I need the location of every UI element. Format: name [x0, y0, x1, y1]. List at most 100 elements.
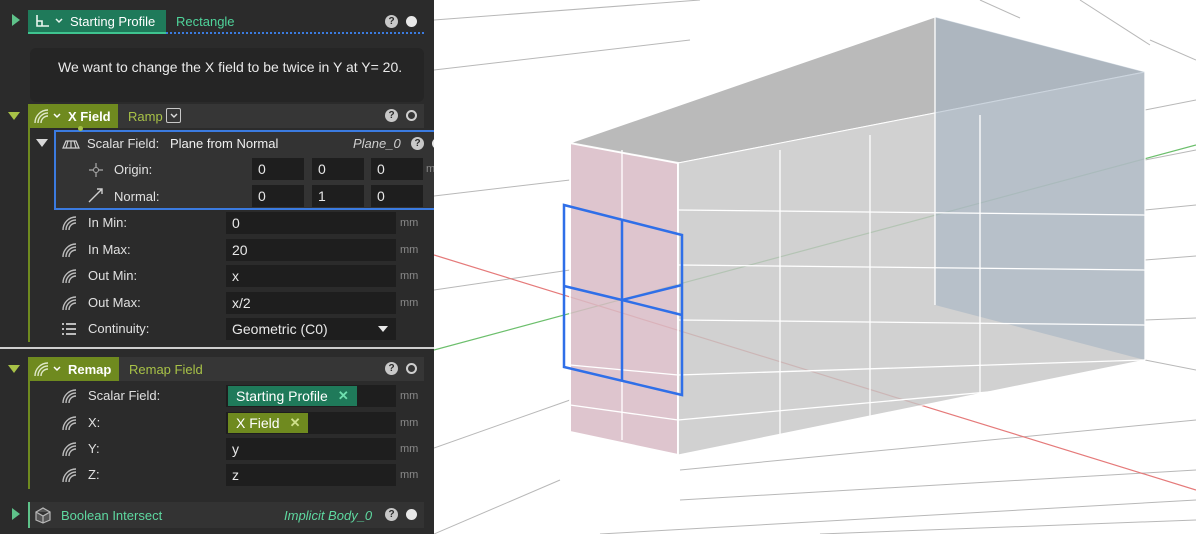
field-icon	[34, 362, 49, 377]
status-ring-icon[interactable]	[406, 110, 417, 121]
remap-header[interactable]: Remap	[28, 357, 119, 381]
normal-icon	[88, 188, 103, 203]
3d-viewport[interactable]	[434, 0, 1196, 534]
remap-scalar-field-label: Scalar Field:	[88, 388, 161, 403]
chevron-down-icon[interactable]	[54, 16, 64, 26]
collapse-remap-icon[interactable]	[8, 365, 20, 373]
scalar-field-name[interactable]: Plane_0	[353, 135, 401, 153]
remove-chip-icon[interactable]: ✕	[338, 386, 349, 406]
remap-z-unit: mm	[400, 469, 419, 481]
chevron-down-icon	[170, 113, 178, 118]
origin-icon	[89, 163, 103, 177]
x-field-group-border	[28, 128, 30, 342]
remap-title: Remap	[68, 361, 112, 377]
remap-type-bar: Remap Field	[119, 357, 424, 381]
help-icon[interactable]: ?	[385, 508, 398, 521]
starting-profile-title: Starting Profile	[70, 13, 156, 29]
field-icon	[62, 416, 77, 431]
normal-x-input[interactable]: 0	[252, 185, 304, 207]
list-icon	[62, 323, 76, 335]
normal-label: Normal:	[114, 189, 160, 204]
comment-box[interactable]: We want to change the X field to be twic…	[30, 48, 424, 102]
field-icon	[34, 109, 49, 124]
collapse-x-field-icon[interactable]	[8, 112, 20, 120]
boolean-name[interactable]: Implicit Body_0	[284, 508, 372, 523]
field-icon	[62, 389, 77, 404]
properties-panel: Starting Profile Rectangle ? We want to …	[0, 0, 478, 534]
chip-label: X Field	[236, 415, 280, 431]
scalar-field-block[interactable]: Scalar Field: Plane from Normal Plane_0 …	[54, 126, 454, 210]
section-divider	[0, 347, 434, 349]
status-dot-icon[interactable]	[406, 16, 417, 27]
starting-profile-chip[interactable]: Starting Profile ✕	[228, 386, 357, 406]
boolean-icon	[35, 507, 51, 524]
in-max-label: In Max:	[88, 242, 131, 257]
origin-x-input[interactable]: 0	[252, 158, 304, 180]
in-min-input[interactable]: 0	[226, 212, 396, 234]
x-field-type: Ramp	[128, 109, 163, 124]
remap-type: Remap Field	[129, 362, 203, 377]
field-icon	[62, 216, 77, 231]
origin-label: Origin:	[114, 162, 153, 177]
expand-boolean-icon[interactable]	[12, 508, 20, 520]
origin-z-input[interactable]: 0	[371, 158, 423, 180]
scalar-field-type: Plane from Normal	[170, 136, 279, 151]
boolean-intersect-header[interactable]: Boolean Intersect Implicit Body_0	[28, 502, 424, 528]
origin-y-input[interactable]: 0	[312, 158, 364, 180]
out-max-label: Out Max:	[88, 295, 141, 310]
remap-x-label: X:	[88, 415, 101, 430]
help-icon[interactable]: ?	[385, 362, 398, 375]
remap-y-label: Y:	[88, 441, 100, 456]
chevron-down-icon[interactable]	[52, 364, 62, 374]
remap-x-input[interactable]: X Field ✕	[226, 412, 396, 434]
remap-scalar-field-input[interactable]: Starting Profile ✕	[226, 385, 396, 407]
chevron-down-icon[interactable]	[52, 111, 62, 121]
help-icon[interactable]: ?	[385, 15, 398, 28]
boolean-title: Boolean Intersect	[61, 508, 163, 523]
continuity-select[interactable]: Geometric (C0)	[226, 318, 396, 340]
field-icon	[62, 243, 77, 258]
in-min-unit: mm	[400, 217, 419, 229]
out-min-label: Out Min:	[88, 268, 138, 283]
starting-profile-header[interactable]: Starting Profile	[28, 10, 166, 34]
normal-y-input[interactable]: 1	[312, 185, 364, 207]
comment-text: We want to change the X field to be twic…	[58, 59, 403, 75]
field-icon	[62, 442, 77, 457]
dropdown-arrow-icon	[378, 326, 388, 332]
x-field-type-bar: Ramp	[118, 104, 424, 128]
remap-scalar-unit: mm	[400, 390, 419, 402]
remap-y-unit: mm	[400, 443, 419, 455]
out-min-unit: mm	[400, 270, 419, 282]
scalar-field-label: Scalar Field:	[87, 136, 160, 151]
scene-canvas[interactable]	[434, 0, 1196, 534]
out-max-unit: mm	[400, 297, 419, 309]
chip-label: Starting Profile	[236, 388, 328, 404]
continuity-value: Geometric (C0)	[232, 321, 328, 337]
out-max-input[interactable]: x/2	[226, 292, 396, 314]
indicator-dot	[78, 126, 83, 131]
in-max-unit: mm	[400, 244, 419, 256]
box-back-face	[935, 17, 1145, 360]
starting-profile-type: Rectangle	[176, 14, 235, 29]
remap-z-input[interactable]: z	[226, 464, 396, 486]
profile-icon	[36, 15, 49, 27]
help-icon[interactable]: ?	[385, 109, 398, 122]
help-icon[interactable]: ?	[411, 137, 424, 150]
field-icon	[62, 296, 77, 311]
status-dot-icon[interactable]	[406, 509, 417, 520]
x-field-chip[interactable]: X Field ✕	[228, 413, 309, 433]
in-max-input[interactable]: 20	[226, 239, 396, 261]
remap-y-input[interactable]: y	[226, 438, 396, 460]
x-field-title: X Field	[68, 108, 111, 124]
out-min-input[interactable]: x	[226, 265, 396, 287]
collapse-scalar-field-icon[interactable]	[36, 139, 48, 147]
normal-z-input[interactable]: 0	[371, 185, 423, 207]
x-field-header[interactable]: X Field	[28, 104, 118, 128]
plane-icon	[62, 140, 80, 149]
expand-starting-profile-icon[interactable]	[12, 14, 20, 26]
remove-chip-icon[interactable]: ✕	[290, 413, 301, 433]
in-min-label: In Min:	[88, 215, 128, 230]
status-ring-icon[interactable]	[406, 363, 417, 374]
type-dropdown-button[interactable]	[166, 108, 181, 123]
remap-group-border	[28, 381, 30, 489]
